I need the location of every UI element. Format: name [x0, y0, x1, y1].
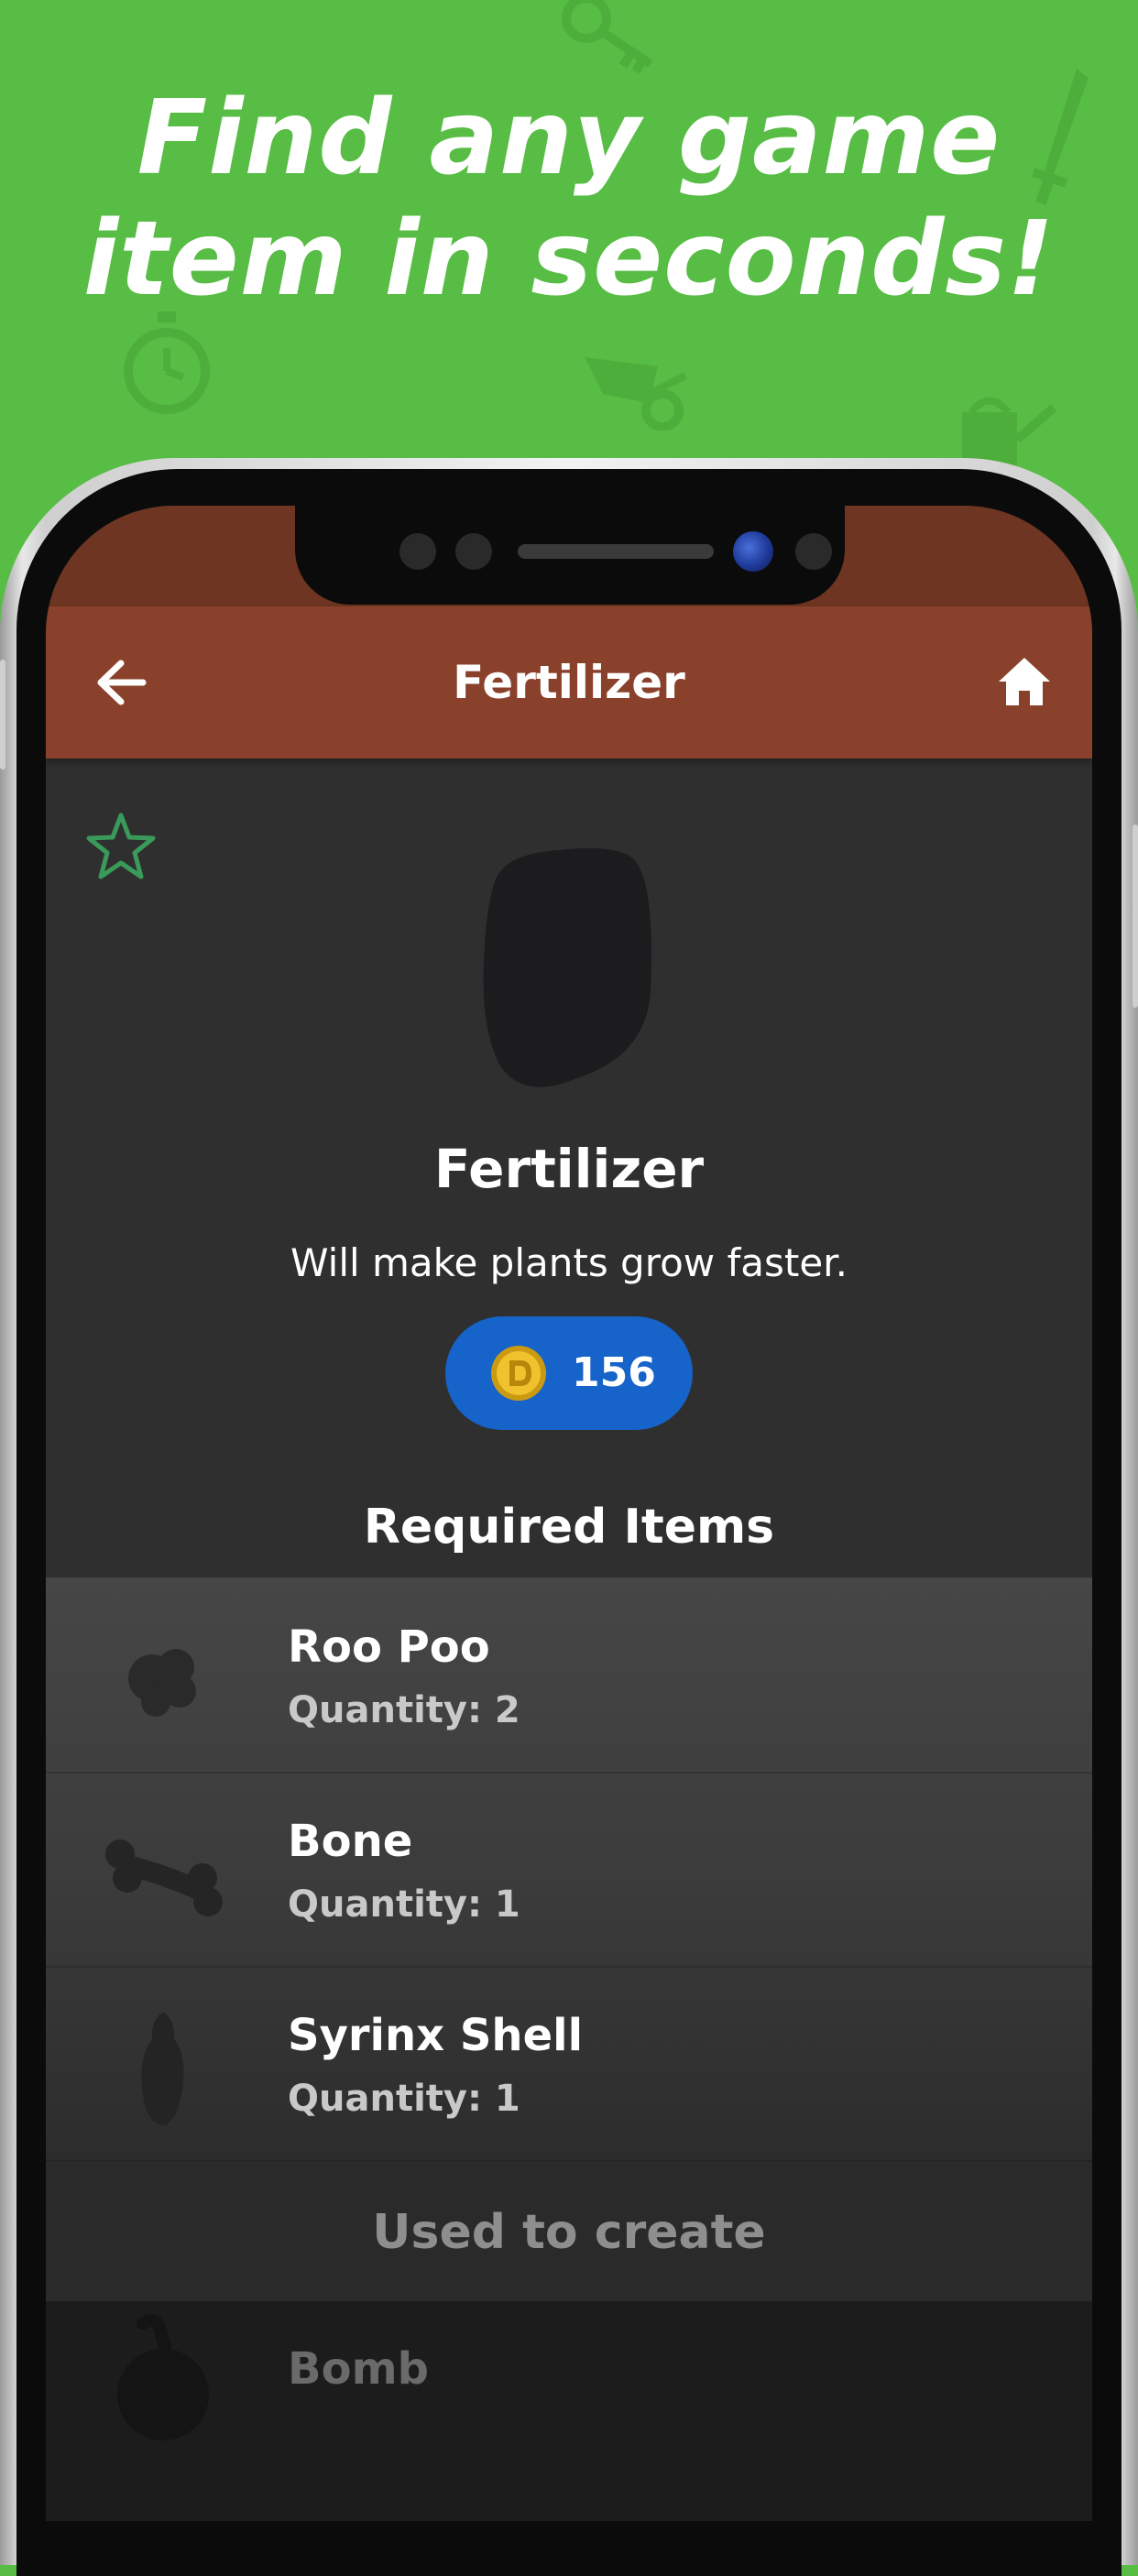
item-quantity: Quantity: 1	[288, 1883, 520, 1926]
syrinx-shell-icon	[141, 2012, 184, 2125]
coin-icon	[491, 1346, 546, 1401]
list-item[interactable]: Bone Quantity: 1	[46, 1772, 1092, 1968]
promo-headline: Find any game item in seconds!	[0, 78, 1138, 320]
sensor-dot	[399, 533, 436, 570]
sensor-dot	[795, 533, 832, 570]
item-description: Will make plants grow faster.	[290, 1240, 848, 1285]
roo-poo-icon	[128, 1649, 196, 1717]
required-items-list: Roo Poo Quantity: 2 Bone Quantity: 1 Syr…	[46, 1577, 1092, 2164]
used-to-create-header: Used to create	[46, 2164, 1092, 2301]
item-name: Bone	[288, 1816, 413, 1867]
key-icon	[562, 0, 653, 73]
phone-notch	[295, 506, 845, 605]
list-item[interactable]: Syrinx Shell Quantity: 1	[46, 1966, 1092, 2162]
phone-side-button	[0, 660, 5, 770]
list-item[interactable]: Bomb	[46, 2301, 1092, 2521]
item-quantity: Quantity: 1	[288, 2078, 520, 2120]
required-items-title: Required Items	[363, 1500, 775, 1555]
item-name: Bomb	[288, 2343, 429, 2395]
bomb-icon	[117, 2313, 209, 2440]
sensor-dot	[455, 533, 492, 570]
star-outline-icon[interactable]	[84, 810, 158, 883]
promo-headline-line1: Find any game	[137, 79, 1001, 198]
wheelbarrow-icon	[585, 357, 687, 431]
phone-side-button	[1133, 824, 1138, 1008]
app-bar: Fertilizer	[46, 606, 1092, 759]
fertilizer-item-image	[483, 847, 651, 1087]
stopwatch-icon	[124, 311, 210, 414]
item-name: Fertilizer	[433, 1138, 705, 1200]
page-title: Fertilizer	[453, 656, 685, 709]
used-to-create-title: Used to create	[372, 2205, 766, 2260]
home-icon[interactable]	[995, 652, 1054, 711]
app-screen: Fertilizer Fertilizer Will make plants g…	[46, 506, 1092, 2521]
earpiece-speaker	[518, 544, 714, 559]
bone-icon	[105, 1839, 223, 1916]
price-badge: 156	[445, 1316, 693, 1430]
item-name: Roo Poo	[288, 1621, 490, 1673]
front-camera	[733, 531, 773, 572]
price-value: 156	[572, 1349, 656, 1396]
item-name: Syrinx Shell	[288, 2010, 584, 2061]
promo-headline-line2: item in seconds!	[82, 200, 1056, 319]
list-item[interactable]: Roo Poo Quantity: 2	[46, 1577, 1092, 1774]
item-quantity: Quantity: 2	[288, 1689, 520, 1731]
